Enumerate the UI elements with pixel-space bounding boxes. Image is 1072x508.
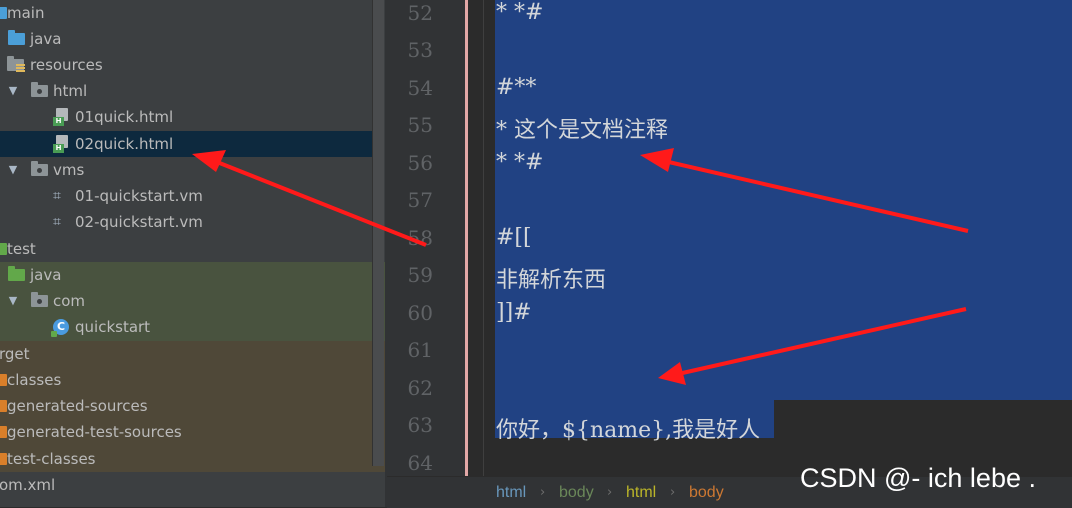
- line-number: 59: [407, 263, 433, 287]
- resources-folder-icon: [7, 56, 25, 73]
- package-folder-icon: [31, 292, 48, 307]
- tree-item-vms-folder[interactable]: ▼ vms: [0, 157, 375, 183]
- breadcrumb-separator-icon: ›: [540, 485, 546, 500]
- code-line[interactable]: * *#: [496, 150, 543, 175]
- package-folder-icon: [31, 82, 48, 97]
- tree-item-test[interactable]: test: [0, 236, 375, 262]
- line-number: 55: [407, 113, 433, 137]
- line-number: 56: [407, 151, 433, 175]
- tree-item-pom-xml[interactable]: om.xml: [0, 472, 375, 498]
- line-number: 60: [407, 301, 433, 325]
- tree-item-label: vms: [53, 161, 85, 179]
- html-file-icon: H: [53, 108, 69, 126]
- tree-item-label: com: [53, 292, 86, 310]
- tree-item-label: test: [7, 240, 36, 258]
- html-file-icon: H: [53, 135, 69, 153]
- breadcrumb-item-html[interactable]: html: [496, 484, 526, 502]
- tree-item-test-java[interactable]: java: [0, 262, 375, 288]
- tree-item-label: test-classes: [7, 450, 96, 468]
- velocity-file-icon: ⌗: [53, 214, 61, 230]
- line-number: 53: [407, 38, 433, 62]
- excluded-folder-icon: [0, 426, 7, 438]
- tree-item-label: 01quick.html: [75, 108, 174, 126]
- text-selection: [495, 0, 1072, 400]
- tree-item-target[interactable]: rget: [0, 341, 375, 367]
- tree-item-01-quickstart-vm[interactable]: ⌗ 01-quickstart.vm: [0, 183, 375, 209]
- tree-item-label: generated-test-sources: [7, 423, 182, 441]
- code-line[interactable]: * 这个是文档注释: [496, 112, 668, 144]
- tree-item-label: java: [30, 30, 62, 48]
- tree-item-main[interactable]: main: [0, 0, 375, 26]
- tree-item-label: 02quick.html: [75, 135, 174, 153]
- fold-gutter-line: [483, 0, 484, 476]
- tree-item-label: om.xml: [0, 476, 56, 494]
- tree-item-java[interactable]: java: [0, 26, 375, 52]
- line-number: 61: [407, 338, 433, 362]
- tree-item-02-quickstart-vm[interactable]: ⌗ 02-quickstart.vm: [0, 209, 375, 235]
- tree-item-quickstart-class[interactable]: C quickstart: [0, 314, 375, 340]
- tree-item-label: rget: [0, 345, 30, 363]
- line-number: 54: [407, 76, 433, 100]
- line-number: 63: [407, 413, 433, 437]
- line-number-gutter: 52 53 54 55 56 57 58 59 60 61 62 63 64: [387, 0, 465, 476]
- line-number: 58: [407, 226, 433, 250]
- tree-item-classes[interactable]: classes: [0, 367, 375, 393]
- package-folder-icon: [31, 161, 48, 176]
- code-line[interactable]: ]]#: [496, 300, 532, 325]
- line-number: 57: [407, 188, 433, 212]
- breadcrumb-item-html[interactable]: html: [626, 484, 656, 502]
- breadcrumb-item-body[interactable]: body: [689, 484, 724, 502]
- breadcrumb-separator-icon: ›: [670, 485, 676, 500]
- tree-item-html-folder[interactable]: ▼ html: [0, 78, 375, 104]
- tree-item-label: classes: [7, 371, 62, 389]
- line-number: 52: [407, 1, 433, 25]
- test-source-folder-icon: [8, 266, 25, 281]
- tree-item-label: 01-quickstart.vm: [75, 187, 203, 205]
- code-line[interactable]: #[[: [496, 225, 532, 250]
- tree-item-label: main: [7, 4, 45, 22]
- chevron-down-icon[interactable]: ▼: [7, 288, 19, 314]
- breadcrumb-item-body[interactable]: body: [559, 484, 594, 502]
- excluded-folder-icon: [0, 453, 7, 465]
- excluded-folder-icon: [0, 400, 7, 412]
- excluded-folder-icon: [0, 374, 7, 386]
- tree-item-generated-sources[interactable]: generated-sources: [0, 393, 375, 419]
- tree-scrollbar[interactable]: [372, 0, 384, 466]
- code-line[interactable]: * *#: [496, 0, 543, 25]
- fold-gutter: [468, 0, 484, 476]
- project-tree-panel: main java resources ▼ html H 01quick.htm…: [0, 0, 385, 507]
- line-number: 64: [407, 451, 433, 475]
- tree-item-label: resources: [30, 56, 103, 74]
- tree-item-com-package[interactable]: ▼ com: [0, 288, 375, 314]
- code-line[interactable]: #**: [496, 75, 536, 100]
- tree-item-label: quickstart: [75, 318, 151, 336]
- tree-item-label: html: [53, 82, 88, 100]
- tree-item-resources[interactable]: resources: [0, 52, 375, 78]
- tree-item-generated-test-sources[interactable]: generated-test-sources: [0, 419, 375, 445]
- folder-icon: [0, 243, 7, 255]
- tree-item-label: java: [30, 266, 62, 284]
- java-class-icon: C: [51, 319, 69, 337]
- chevron-down-icon[interactable]: ▼: [7, 157, 19, 183]
- source-folder-icon: [8, 30, 25, 45]
- tree-item-02quick-html[interactable]: H 02quick.html: [0, 131, 375, 157]
- code-line[interactable]: 非解析东西: [496, 262, 606, 294]
- breadcrumb-separator-icon: ›: [607, 485, 613, 500]
- tree-item-label: generated-sources: [7, 397, 148, 415]
- code-line[interactable]: 你好，${name},我是好人: [496, 412, 760, 444]
- chevron-down-icon[interactable]: ▼: [7, 78, 19, 104]
- tree-item-01quick-html[interactable]: H 01quick.html: [0, 104, 375, 130]
- line-number: 62: [407, 376, 433, 400]
- tree-item-test-classes[interactable]: test-classes: [0, 446, 375, 472]
- folder-icon: [0, 7, 7, 19]
- tree-item-label: 02-quickstart.vm: [75, 213, 203, 231]
- watermark: CSDN @- ich lebe .: [800, 463, 1036, 493]
- velocity-file-icon: ⌗: [53, 188, 61, 204]
